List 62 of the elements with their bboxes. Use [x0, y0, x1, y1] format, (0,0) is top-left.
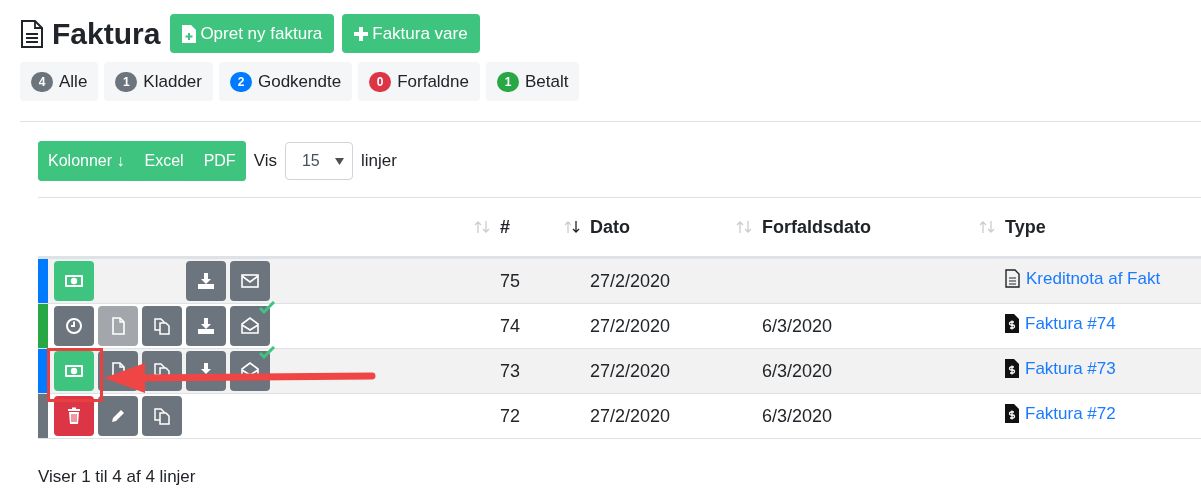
download-icon [196, 316, 216, 336]
filter-tab[interactable]: 1 Kladder [104, 62, 213, 101]
table-cell: 27/2/2020 [590, 270, 671, 291]
action-button[interactable] [54, 306, 94, 346]
sort-icon[interactable] [564, 220, 580, 234]
table-cell: 6/3/2020 [762, 315, 833, 336]
table-cell: 6/3/2020 [762, 405, 833, 426]
count-badge: 1 [497, 71, 519, 92]
invoice-link[interactable]: Faktura #74 [1005, 313, 1116, 334]
action-button[interactable] [186, 261, 226, 301]
pay-button[interactable] [54, 351, 94, 391]
dollar-file-icon [1005, 314, 1019, 334]
clock-icon [64, 316, 84, 336]
filter-tab[interactable]: 0 Forfaldne [358, 62, 480, 101]
file-plus-icon [182, 24, 197, 43]
table-cell: 27/2/2020 [590, 405, 671, 426]
column-header[interactable]: Type [1005, 216, 1046, 238]
document-icon [1005, 269, 1020, 289]
page-title: Faktura [52, 16, 161, 51]
check-icon [259, 301, 275, 314]
table-cell: 75 [500, 270, 521, 291]
table-cell: 27/2/2020 [590, 315, 671, 336]
copy-icon [152, 406, 172, 426]
count-badge: 2 [229, 71, 252, 92]
table-cell: 72 [500, 405, 521, 426]
caret-icon [334, 157, 344, 165]
envelope-icon [240, 271, 260, 291]
column-header[interactable]: Forfaldsdato [762, 216, 871, 238]
filter-tab[interactable]: 1 Betalt [486, 62, 580, 101]
page-size-select[interactable]: 15 [284, 142, 353, 180]
count-badge: 0 [369, 71, 392, 92]
plus-icon [354, 26, 369, 41]
check-icon [259, 346, 275, 359]
dollar-file-icon [1005, 359, 1019, 379]
document-icon [20, 19, 44, 48]
count-badge: 1 [115, 71, 138, 92]
filter-tab[interactable]: 4 Alle [20, 62, 99, 101]
download-icon [196, 271, 216, 291]
lines-label: linjer [360, 151, 397, 171]
dollar-file-icon [1005, 404, 1019, 424]
table-cell: 73 [500, 360, 521, 381]
action-button[interactable] [142, 396, 182, 436]
count-badge: 4 [31, 71, 53, 92]
table-cell: 74 [500, 315, 521, 336]
action-button[interactable] [230, 306, 270, 346]
table-info: Viser 1 til 4 af 4 linjer [38, 467, 197, 487]
column-header[interactable]: # [500, 216, 510, 238]
show-label: Vis [253, 151, 277, 171]
filter-tab[interactable]: 2 Godkendte [218, 62, 353, 101]
table-cell: 27/2/2020 [590, 360, 671, 381]
action-button[interactable] [186, 306, 226, 346]
edit-button[interactable] [98, 396, 138, 436]
invoice-link[interactable]: Faktura #72 [1005, 403, 1116, 424]
action-button[interactable] [230, 261, 270, 301]
pay-button[interactable] [54, 261, 94, 301]
highlight-box [47, 348, 103, 402]
open-envelope-icon [240, 316, 260, 336]
column-header[interactable]: Dato [590, 216, 630, 238]
delete-button[interactable] [54, 396, 94, 436]
table-cell: 6/3/2020 [762, 360, 833, 381]
action-button[interactable] [142, 306, 182, 346]
copy-icon [152, 316, 172, 336]
